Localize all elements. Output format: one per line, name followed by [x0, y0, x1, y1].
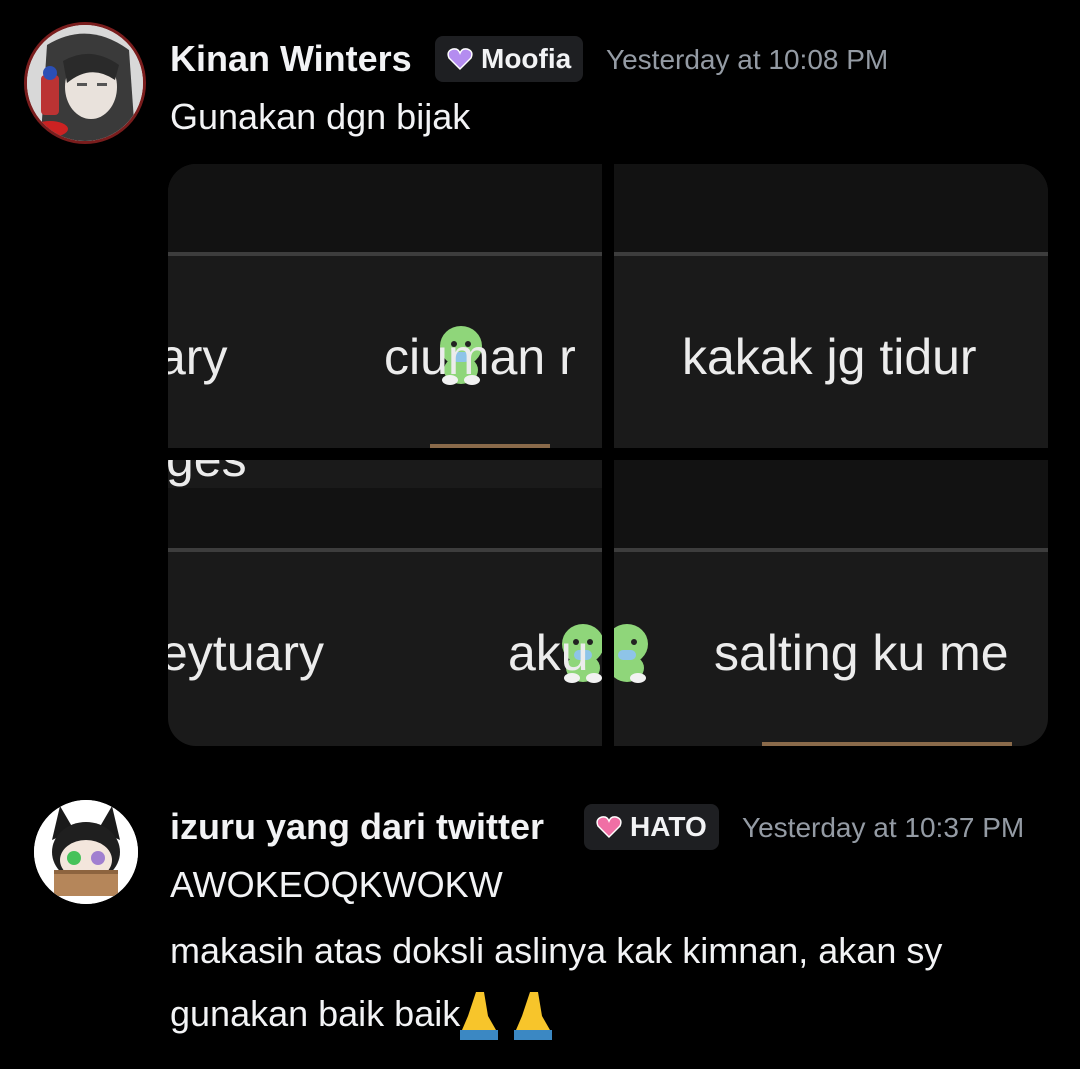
- folded-hands-icon: [460, 992, 553, 1040]
- timestamp: Yesterday at 10:37 PM: [742, 812, 1025, 843]
- server-tag[interactable]: HATO: [584, 804, 719, 850]
- message-text: gunakan baik baik: [170, 986, 568, 1042]
- avatar-chibi-icon: [34, 800, 138, 904]
- heart-icon: [596, 816, 622, 839]
- tag-label: HATO: [630, 811, 707, 842]
- avatar[interactable]: [34, 800, 138, 904]
- username[interactable]: izuru yang dari twitter: [170, 806, 544, 848]
- message-text: AWOKEOQKWOKW: [170, 864, 503, 905]
- message-text: makasih atas doksli aslinya kak kimnan, …: [170, 930, 943, 971]
- message-text-line: gunakan baik baik: [170, 993, 461, 1034]
- message-izuru: izuru yang dari twitter HATO Yesterday a…: [0, 0, 1080, 1069]
